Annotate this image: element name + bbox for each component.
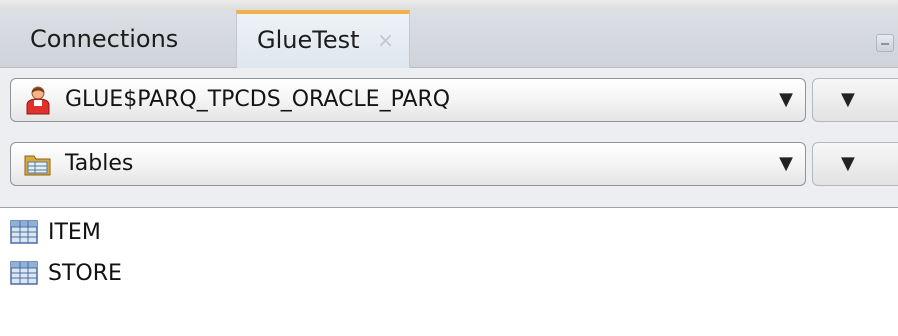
list-item-store[interactable]: STORE: [10, 258, 122, 288]
schema-options-button[interactable]: ▼: [812, 78, 898, 122]
tab-gluetest-label: GlueTest: [257, 26, 360, 54]
table-icon: [10, 261, 38, 285]
chevron-down-icon: ▼: [841, 153, 855, 174]
list-item-item[interactable]: ITEM: [10, 217, 101, 247]
tab-gluetest[interactable]: GlueTest ×: [236, 10, 410, 68]
tab-connections[interactable]: Connections: [30, 10, 178, 68]
list-item-label: STORE: [48, 260, 122, 286]
table-icon: [10, 220, 38, 244]
chevron-down-icon: ▼: [779, 89, 793, 110]
minimize-button[interactable]: [876, 34, 894, 52]
object-type-value: Tables: [65, 151, 134, 176]
schema-dropdown[interactable]: GLUE$PARQ_TPCDS_ORACLE_PARQ ▼: [10, 78, 806, 122]
object-type-dropdown[interactable]: Tables ▼: [10, 142, 806, 186]
object-type-options-button[interactable]: ▼: [812, 142, 898, 186]
tab-bar: Connections GlueTest ×: [0, 10, 898, 68]
schema-value: GLUE$PARQ_TPCDS_ORACLE_PARQ: [65, 87, 451, 112]
folder-icon: [24, 155, 51, 176]
chevron-down-icon: ▼: [841, 89, 855, 110]
user-icon: [26, 86, 50, 115]
list-item-label: ITEM: [48, 219, 101, 245]
chevron-down-icon: ▼: [779, 153, 793, 174]
window-top-edge: [0, 0, 898, 10]
tab-connections-label: Connections: [30, 25, 179, 53]
navigator-toolbar: GLUE$PARQ_TPCDS_ORACLE_PARQ ▼ ▼ Tables ▼…: [0, 68, 898, 208]
close-icon[interactable]: ×: [377, 14, 394, 66]
object-list: ITEM STORE: [0, 209, 898, 336]
